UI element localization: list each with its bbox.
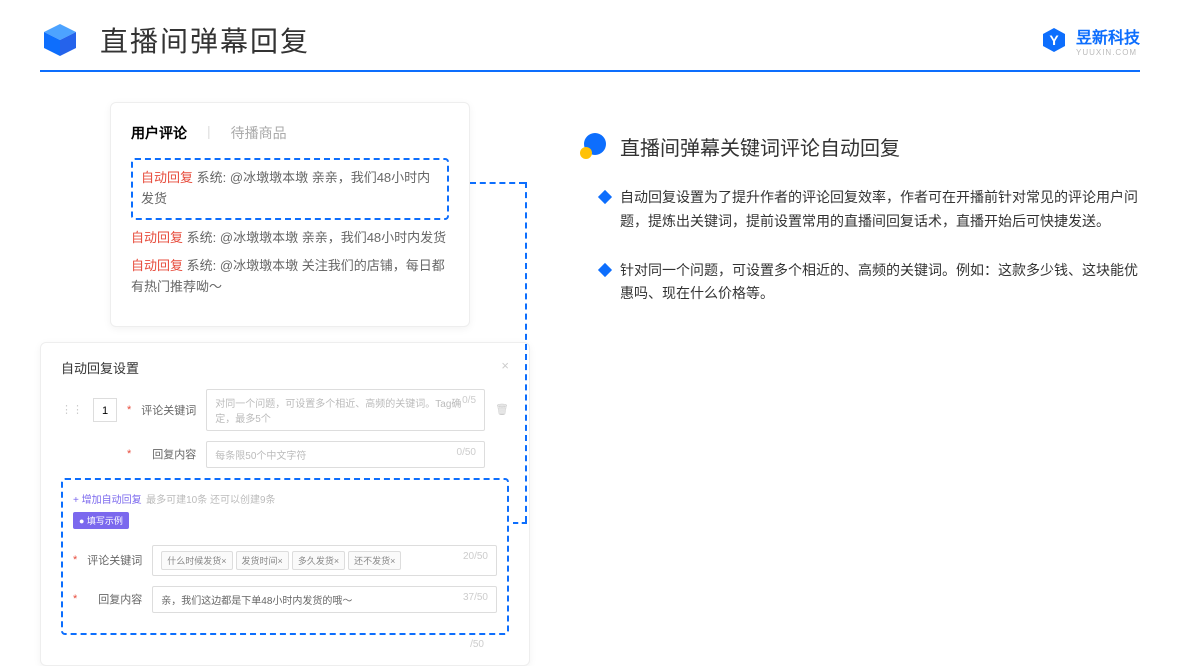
connector-line <box>470 182 525 184</box>
section-title: 直播间弹幕关键词评论自动回复 <box>620 132 900 161</box>
settings-panel: 自动回复设置 × ⋮⋮ 1 * 评论关键词 对同一个问题，可设置多个相近、高频的… <box>40 342 530 666</box>
example-content-input[interactable]: 亲，我们这边都是下单48小时内发货的哦～ 37/50 <box>152 586 497 613</box>
order-number: 1 <box>93 398 117 422</box>
content-label: 回复内容 <box>141 446 196 462</box>
connector-line <box>513 522 527 524</box>
comment-row-highlighted: 自动回复 系统: @冰墩墩本墩 亲亲，我们48小时内发货 <box>131 158 449 220</box>
diamond-bullet-icon <box>598 190 612 204</box>
trash-icon[interactable]: 🗑 <box>495 403 509 416</box>
svg-text:Y: Y <box>1049 32 1059 48</box>
settings-title: 自动回复设置 <box>61 358 139 377</box>
comment-row: 自动回复 系统: @冰墩墩本墩 亲亲，我们48小时内发货 <box>131 228 449 249</box>
cube-icon <box>40 20 80 60</box>
page-title: 直播间弹幕回复 <box>100 20 310 60</box>
example-section: + 增加自动回复 最多可建10条 还可以创建9条 ● 填写示例 * 评论关键词 … <box>61 478 509 635</box>
tab-pending-products[interactable]: 待播商品 <box>231 123 287 143</box>
keyword-input[interactable]: 对同一个问题，可设置多个相近、高频的关键词。Tag确定，最多5个 0/5 <box>206 389 485 431</box>
tab-user-comments[interactable]: 用户评论 <box>131 123 187 143</box>
diamond-bullet-icon <box>598 263 612 277</box>
example-badge: ● 填写示例 <box>73 512 129 529</box>
content-input[interactable]: 每条限50个中文字符 0/50 <box>206 441 485 468</box>
bullet-text: 针对同一个问题，可设置多个相近的、高频的关键词。例如：这款多少钱、这块能优惠吗、… <box>620 259 1140 307</box>
brand-logo: Y 昱新科技 YUUXIN.COM <box>1040 24 1140 57</box>
header-divider <box>40 70 1140 72</box>
add-reply-link[interactable]: + 增加自动回复 <box>73 491 142 506</box>
bubble-icon <box>580 133 608 161</box>
drag-handle-icon[interactable]: ⋮⋮ <box>61 403 83 416</box>
comments-panel: 用户评论 | 待播商品 自动回复 系统: @冰墩墩本墩 亲亲，我们48小时内发货… <box>110 102 470 327</box>
keyword-label: 评论关键词 <box>141 402 196 418</box>
bullet-text: 自动回复设置为了提升作者的评论回复效率，作者可在开播前针对常见的评论用户问题，提… <box>620 186 1140 234</box>
comment-row: 自动回复 系统: @冰墩墩本墩 关注我们的店铺，每日都有热门推荐呦～ <box>131 256 449 298</box>
example-keyword-input[interactable]: 什么时候发货× 发货时间× 多久发货× 还不发货× 20/50 <box>152 545 497 576</box>
close-icon[interactable]: × <box>501 358 509 377</box>
connector-line <box>525 182 527 522</box>
